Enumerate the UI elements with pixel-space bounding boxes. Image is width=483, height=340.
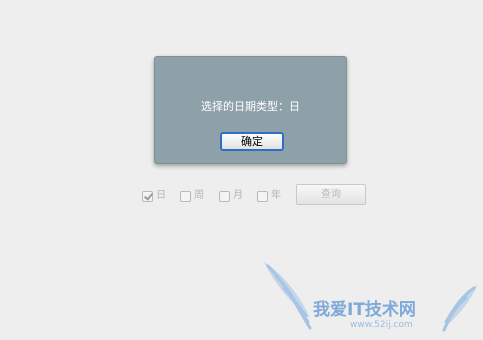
ok-button[interactable]: 确定 — [220, 132, 284, 151]
year-checkbox[interactable] — [257, 190, 268, 202]
dialog-message: 选择的日期类型：日 — [201, 100, 300, 113]
month-label: 月 — [233, 190, 243, 201]
day-label: 日 — [156, 190, 166, 201]
option-month[interactable]: 月 — [219, 189, 243, 203]
date-type-filter: 日 周 月 年 查询 — [142, 184, 372, 206]
option-day[interactable]: 日 — [142, 189, 166, 203]
query-button[interactable]: 查询 — [296, 184, 366, 205]
watermark: 我爱IT技术网 www.52ij.com — [262, 258, 482, 340]
option-year[interactable]: 年 — [257, 189, 281, 203]
year-label: 年 — [271, 190, 281, 201]
alert-dialog: 选择的日期类型：日 确定 — [154, 56, 347, 164]
option-week[interactable]: 周 — [180, 189, 204, 203]
watermark-url: www.52ij.com — [350, 320, 413, 330]
week-label: 周 — [194, 190, 204, 201]
month-checkbox[interactable] — [219, 190, 230, 202]
watermark-text: 我爱IT技术网 — [313, 300, 416, 320]
day-checkbox[interactable] — [142, 190, 153, 202]
week-checkbox[interactable] — [180, 190, 191, 202]
